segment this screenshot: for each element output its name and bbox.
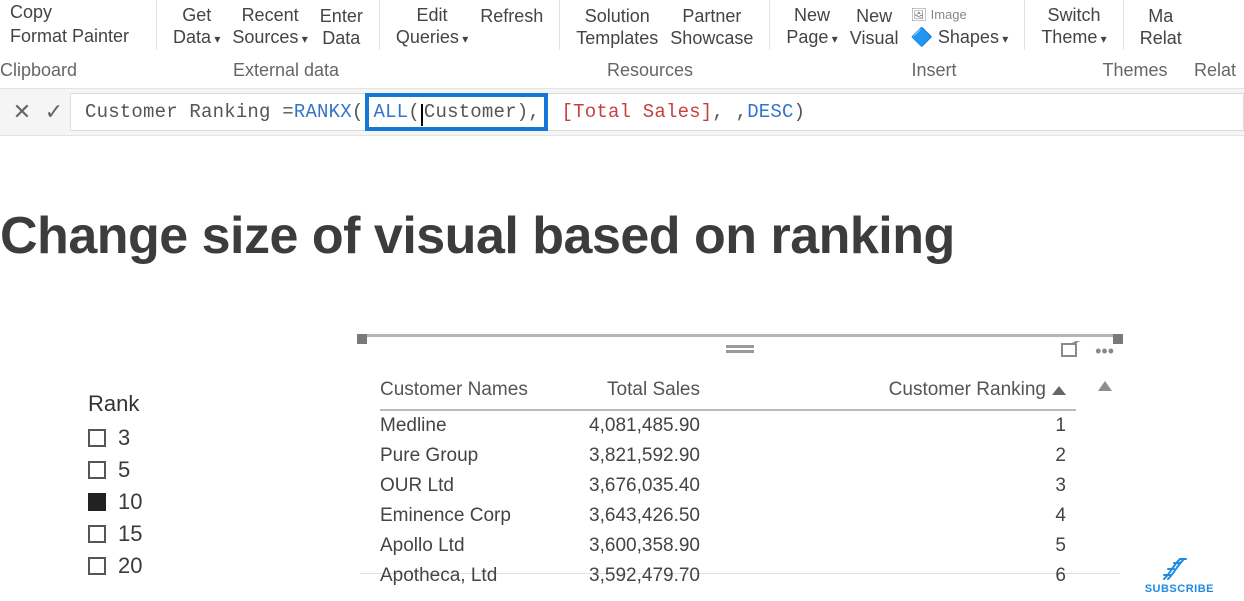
table-row[interactable]: Pure Group3,821,592.902 [380, 441, 1076, 471]
themes-label: Themes [1080, 60, 1190, 81]
slicer-option-label: 15 [118, 521, 142, 547]
scroll-up-icon[interactable] [1098, 381, 1112, 391]
slicer-option[interactable]: 5 [88, 457, 142, 483]
drag-handle-icon[interactable] [726, 345, 754, 348]
ribbon: Copy Format Painter GetData RecentSource… [0, 0, 1244, 60]
cell-total-sales: 4,081,485.90 [550, 415, 740, 437]
table-row[interactable]: Medline4,081,485.901 [380, 411, 1076, 441]
page-title: Change size of visual based on ranking [0, 206, 955, 266]
rank-slicer[interactable]: Rank 3 5 10 15 20 [88, 391, 142, 585]
report-canvas[interactable]: Change size of visual based on ranking R… [0, 136, 1244, 601]
cell-customer-rank: 6 [740, 565, 1076, 587]
slicer-option-label: 5 [118, 457, 130, 483]
format-painter-button[interactable]: Format Painter [4, 24, 135, 48]
table-visual[interactable]: ••• Customer Names Total Sales Customer … [360, 334, 1120, 574]
table-header-row: Customer Names Total Sales Customer Rank… [380, 379, 1076, 411]
relationships-label: Relat [1190, 60, 1240, 81]
get-data-button[interactable]: GetData [167, 0, 226, 54]
image-shapes-group[interactable]: 🖼 Image 🔷 Shapes [904, 0, 1014, 54]
manage-relationships-button[interactable]: MaRelat [1134, 0, 1188, 54]
slicer-option[interactable]: 10 [88, 489, 142, 515]
cancel-formula-icon[interactable]: ✕ [6, 96, 38, 128]
clipboard-label: Clipboard [0, 60, 60, 81]
recent-sources-button[interactable]: RecentSources [226, 0, 313, 54]
sales-table: Customer Names Total Sales Customer Rank… [380, 379, 1076, 591]
table-row[interactable]: Apotheca, Ltd3,592,479.706 [380, 561, 1076, 591]
column-total-sales[interactable]: Total Sales [550, 379, 740, 401]
edit-queries-button[interactable]: EditQueries [390, 0, 474, 54]
checkbox-icon[interactable] [88, 461, 106, 479]
visual-toolbar: ••• [1061, 341, 1114, 366]
cell-total-sales: 3,821,592.90 [550, 445, 740, 467]
formula-measure: [Total Sales] [562, 101, 713, 123]
slicer-option[interactable]: 15 [88, 521, 142, 547]
slicer-option[interactable]: 3 [88, 425, 142, 451]
formula-highlight: ALL ( Customer ), [365, 93, 547, 131]
column-customer-ranking[interactable]: Customer Ranking [740, 379, 1076, 401]
sort-ascending-icon [1052, 386, 1066, 395]
cell-customer-rank: 2 [740, 445, 1076, 467]
formula-bar: ✕ ✓ Customer Ranking = RANKX ( ALL ( Cus… [0, 88, 1244, 136]
cell-customer-rank: 3 [740, 475, 1076, 497]
resources-label: Resources [512, 60, 788, 81]
checkbox-icon[interactable] [88, 429, 106, 447]
dna-icon [1162, 557, 1196, 581]
focus-mode-icon[interactable] [1061, 341, 1081, 366]
cell-customer-name: OUR Ltd [380, 475, 550, 497]
cell-total-sales: 3,676,035.40 [550, 475, 740, 497]
cell-customer-rank: 4 [740, 505, 1076, 527]
slicer-option-label: 3 [118, 425, 130, 451]
external-data-label: External data [60, 60, 512, 81]
table-row[interactable]: Apollo Ltd3,600,358.905 [380, 531, 1076, 561]
commit-formula-icon[interactable]: ✓ [38, 96, 70, 128]
cell-customer-name: Eminence Corp [380, 505, 550, 527]
cell-customer-rank: 1 [740, 415, 1076, 437]
visual-scrollbar[interactable] [1098, 381, 1112, 567]
insert-label: Insert [788, 60, 1080, 81]
slicer-option-label: 20 [118, 553, 142, 579]
solution-templates-button[interactable]: SolutionTemplates [570, 0, 664, 54]
slicer-option[interactable]: 20 [88, 553, 142, 579]
formula-input[interactable]: Customer Ranking = RANKX ( ALL ( Custome… [70, 93, 1244, 131]
checkbox-icon[interactable] [88, 557, 106, 575]
copy-button[interactable]: Copy [4, 0, 58, 24]
new-visual-button[interactable]: NewVisual [844, 0, 905, 54]
partner-showcase-button[interactable]: PartnerShowcase [664, 0, 759, 54]
formula-fn: RANKX [294, 101, 352, 123]
new-page-button[interactable]: NewPage [780, 0, 843, 54]
cell-total-sales: 3,592,479.70 [550, 565, 740, 587]
subscribe-label: SUBSCRIBE [1145, 583, 1214, 595]
table-row[interactable]: Eminence Corp3,643,426.504 [380, 501, 1076, 531]
formula-lhs: Customer Ranking = [85, 101, 294, 123]
switch-theme-button[interactable]: SwitchTheme [1035, 0, 1112, 54]
table-row[interactable]: OUR Ltd3,676,035.403 [380, 471, 1076, 501]
cell-customer-name: Apollo Ltd [380, 535, 550, 557]
cell-customer-rank: 5 [740, 535, 1076, 557]
column-customer-names[interactable]: Customer Names [380, 379, 550, 401]
ribbon-group-labels: Clipboard External data Resources Insert… [0, 60, 1244, 88]
cell-customer-name: Medline [380, 415, 550, 437]
checkbox-icon[interactable] [88, 525, 106, 543]
text-cursor [421, 104, 423, 126]
formula-desc: DESC [747, 101, 793, 123]
more-options-icon[interactable]: ••• [1095, 341, 1114, 366]
enter-data-button[interactable]: EnterData [314, 0, 369, 54]
cell-total-sales: 3,600,358.90 [550, 535, 740, 557]
formula-open: ( [352, 101, 364, 123]
subscribe-badge[interactable]: SUBSCRIBE [1145, 557, 1214, 595]
slicer-title: Rank [88, 391, 142, 417]
refresh-button[interactable]: Refresh [474, 0, 549, 54]
cell-total-sales: 3,643,426.50 [550, 505, 740, 527]
checkbox-icon[interactable] [88, 493, 106, 511]
slicer-option-label: 10 [118, 489, 142, 515]
cell-customer-name: Apotheca, Ltd [380, 565, 550, 587]
cell-customer-name: Pure Group [380, 445, 550, 467]
